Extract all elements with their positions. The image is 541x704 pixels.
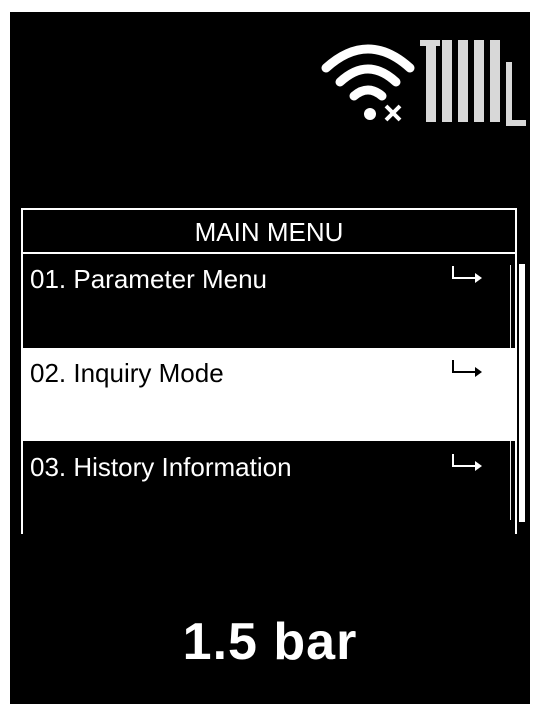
enter-arrow-icon — [452, 360, 482, 377]
wifi-disconnected-icon — [321, 44, 415, 122]
menu-item-history-information[interactable]: 03. History Information — [23, 442, 515, 535]
menu-item-label: 02. Inquiry Mode — [30, 358, 224, 388]
pressure-readout: 1.5 bar — [182, 613, 358, 671]
enter-arrow-icon — [452, 454, 482, 471]
menu-item-label: 01. Parameter Menu — [30, 264, 268, 294]
enter-arrow-icon — [452, 266, 482, 283]
menu-item-label: 03. History Information — [30, 452, 292, 482]
scrollbar-gutter — [510, 265, 511, 520]
menu-item-parameter-menu[interactable]: 01. Parameter Menu — [23, 254, 515, 347]
status-bar — [10, 12, 530, 132]
main-menu-panel: MAIN MENU 01. Parameter Menu 02. Inquiry… — [21, 208, 525, 535]
menu-title: MAIN MENU — [23, 210, 515, 254]
scrollbar[interactable] — [519, 264, 525, 522]
menu-item-inquiry-mode[interactable]: 02. Inquiry Mode — [23, 348, 515, 441]
menu-list: 01. Parameter Menu 02. Inquiry Mode 03. … — [23, 254, 515, 535]
device-screen: MAIN MENU 01. Parameter Menu 02. Inquiry… — [10, 12, 530, 704]
radiator-icon — [420, 40, 526, 126]
